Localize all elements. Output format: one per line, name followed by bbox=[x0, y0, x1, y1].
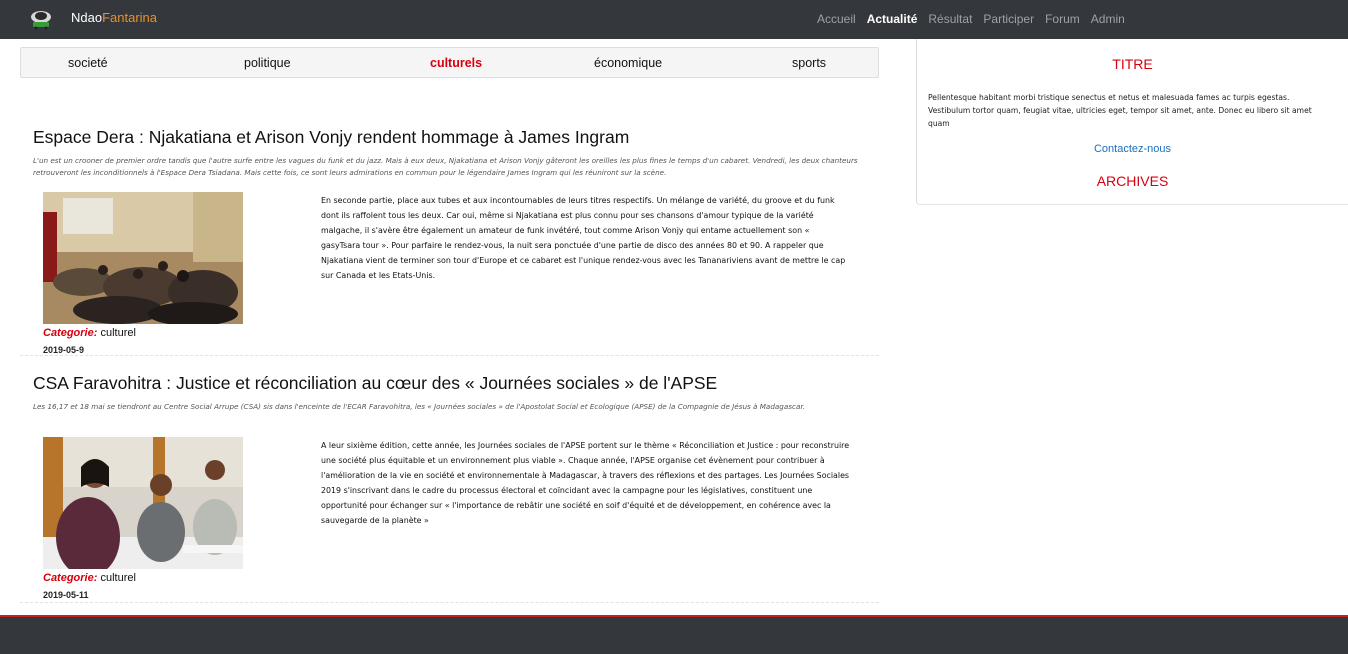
nav-participer[interactable]: Participer bbox=[983, 12, 1034, 26]
sidebar-text: Pellentesque habitant morbi tristique se… bbox=[928, 93, 1312, 128]
sidebar-title: TITRE bbox=[1112, 56, 1153, 72]
category-label: Categorie: bbox=[43, 327, 98, 339]
nav-actualite[interactable]: Actualité bbox=[867, 12, 918, 26]
article-divider bbox=[20, 602, 879, 603]
nav-admin[interactable]: Admin bbox=[1091, 12, 1125, 26]
article-divider bbox=[20, 355, 879, 356]
article-title[interactable]: Espace Dera : Njakatiana et Arison Vonjy… bbox=[33, 127, 629, 148]
concert-photo-image bbox=[43, 192, 243, 324]
sidebar: TITRE Pellentesque habitant morbi tristi… bbox=[916, 39, 1348, 205]
nav-accueil[interactable]: Accueil bbox=[817, 12, 856, 26]
article-image[interactable] bbox=[43, 192, 243, 324]
category-value: culturel bbox=[100, 572, 136, 584]
nav-forum[interactable]: Forum bbox=[1045, 12, 1080, 26]
category-value: culturel bbox=[100, 327, 136, 339]
contact-link[interactable]: Contactez-nous bbox=[917, 143, 1348, 155]
category-economique[interactable]: économique bbox=[594, 56, 662, 70]
category-politique[interactable]: politique bbox=[244, 56, 291, 70]
main-nav: Accueil Actualité Résultat Participer Fo… bbox=[817, 12, 1136, 26]
article-category: Categorie: culturel bbox=[43, 327, 136, 339]
footer bbox=[0, 615, 1348, 654]
conference-photo-image bbox=[43, 437, 243, 569]
article-lead: L'un est un crooner de premier ordre tan… bbox=[33, 156, 858, 177]
article-date: 2019-05-9 bbox=[43, 345, 85, 355]
article-body: En seconde partie, place aux tubes et au… bbox=[321, 196, 846, 280]
brand-accent: Fantarina bbox=[102, 10, 157, 25]
article-date: 2019-05-11 bbox=[43, 590, 89, 600]
archives-title: ARCHIVES bbox=[1096, 173, 1169, 189]
top-navbar: NdaoFantarina Accueil Actualité Résultat… bbox=[0, 0, 1348, 39]
brand-main: Ndao bbox=[71, 10, 103, 25]
brand-name[interactable]: NdaoFantarina bbox=[71, 10, 157, 25]
category-bar: societé politique culturels économique s… bbox=[20, 47, 879, 78]
category-societe[interactable]: societé bbox=[68, 56, 108, 70]
logo-icon[interactable] bbox=[28, 8, 54, 30]
article-category: Categorie: culturel bbox=[43, 572, 136, 584]
article-title[interactable]: CSA Faravohitra : Justice et réconciliat… bbox=[33, 373, 717, 394]
article-lead: Les 16,17 et 18 mai se tiendront au Cent… bbox=[33, 402, 805, 411]
article-image[interactable] bbox=[43, 437, 243, 569]
category-sports[interactable]: sports bbox=[792, 56, 826, 70]
category-culturels[interactable]: culturels bbox=[430, 56, 482, 70]
nav-resultat[interactable]: Résultat bbox=[928, 12, 972, 26]
category-label: Categorie: bbox=[43, 572, 98, 584]
article-body: A leur sixième édition, cette année, les… bbox=[321, 441, 850, 525]
